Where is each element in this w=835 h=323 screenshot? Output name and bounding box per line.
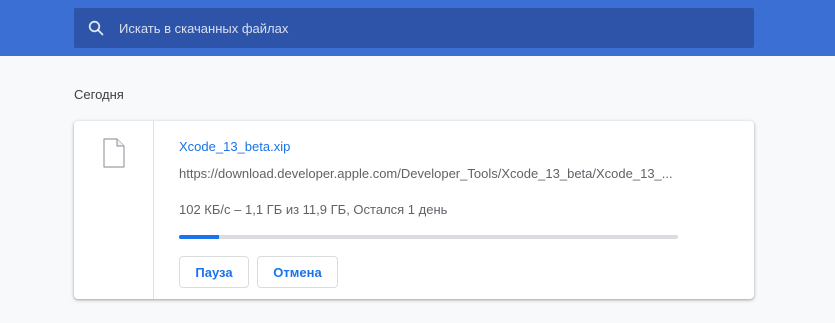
download-status: 102 КБ/с – 1,1 ГБ из 11,9 ГБ, Остался 1 … bbox=[179, 202, 448, 217]
cancel-button[interactable]: Отмена bbox=[257, 256, 338, 288]
file-icon-column bbox=[74, 121, 154, 299]
search-input[interactable] bbox=[118, 8, 754, 48]
pause-button[interactable]: Пауза bbox=[179, 256, 249, 288]
progress-bar bbox=[179, 235, 678, 239]
download-item: Xcode_13_beta.xip https://download.devel… bbox=[74, 121, 754, 299]
file-icon bbox=[103, 138, 125, 173]
progress-bar-fill bbox=[179, 235, 219, 239]
search-box[interactable] bbox=[74, 8, 754, 48]
header-bar bbox=[0, 0, 835, 56]
search-icon bbox=[74, 8, 118, 48]
file-name-link[interactable]: Xcode_13_beta.xip bbox=[179, 139, 290, 154]
section-title-today: Сегодня bbox=[74, 87, 124, 102]
file-url: https://download.developer.apple.com/Dev… bbox=[179, 166, 673, 181]
